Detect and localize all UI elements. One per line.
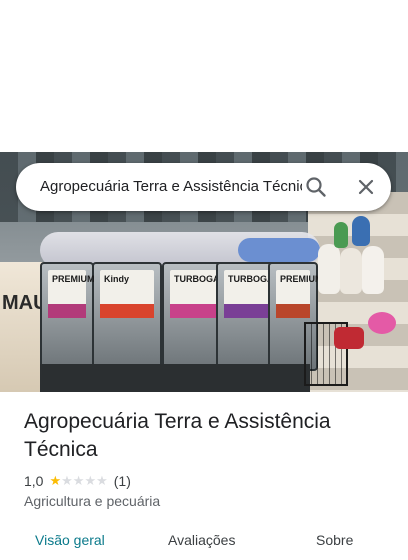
photo-brand-label: PREMIUM: [280, 274, 323, 284]
place-category[interactable]: Agricultura e pecuária: [24, 493, 160, 509]
place-tabs: Visão geral Avaliações Sobre: [0, 530, 408, 560]
photo-brand-label: Kindy: [104, 274, 130, 284]
search-bar[interactable]: Agropecuária Terra e Assistência Técnica: [16, 163, 391, 211]
tab-reviews[interactable]: Avaliações: [168, 532, 235, 548]
photo-bottle: [362, 246, 384, 294]
tab-overview[interactable]: Visão geral: [35, 532, 105, 548]
search-icon[interactable]: [302, 173, 330, 201]
photo-pink-bowl: [368, 312, 396, 334]
star-empty-icon: ★: [61, 473, 73, 488]
photo-red-tub: [334, 327, 364, 349]
star-empty-icon: ★: [72, 473, 85, 488]
star-empty-icon: ★: [84, 473, 97, 488]
rating-stars: ★ ★ ★ ★ ★: [49, 474, 107, 488]
star-full-icon: ★: [49, 473, 62, 488]
photo-brand-label: PREMIUM: [52, 274, 95, 284]
search-input[interactable]: Agropecuária Terra e Assistência Técnica: [40, 178, 302, 198]
photo-dispenser: PREMIUM: [40, 262, 95, 371]
photo-dispenser-base: [40, 364, 310, 392]
photo-dispenser: Kindy: [92, 262, 162, 371]
photo-bottle: [318, 244, 340, 294]
photo-bottle: [334, 222, 348, 248]
photo-blue-bag: [238, 238, 320, 262]
rating-row[interactable]: 1,0 ★ ★ ★ ★ ★ (1): [24, 472, 131, 490]
rating-value: 1,0: [24, 473, 44, 489]
photo-feed-bag: MAUI: [0, 262, 53, 392]
top-blank-area: [0, 0, 408, 152]
photo-bottle: [352, 216, 370, 246]
star-empty-icon: ★: [96, 473, 108, 488]
tab-about[interactable]: Sobre: [316, 532, 353, 548]
review-count[interactable]: (1): [114, 473, 131, 489]
place-title: Agropecuária Terra e Assistência Técnica: [24, 410, 331, 461]
photo-bottle: [340, 248, 362, 294]
close-icon[interactable]: [352, 173, 380, 201]
